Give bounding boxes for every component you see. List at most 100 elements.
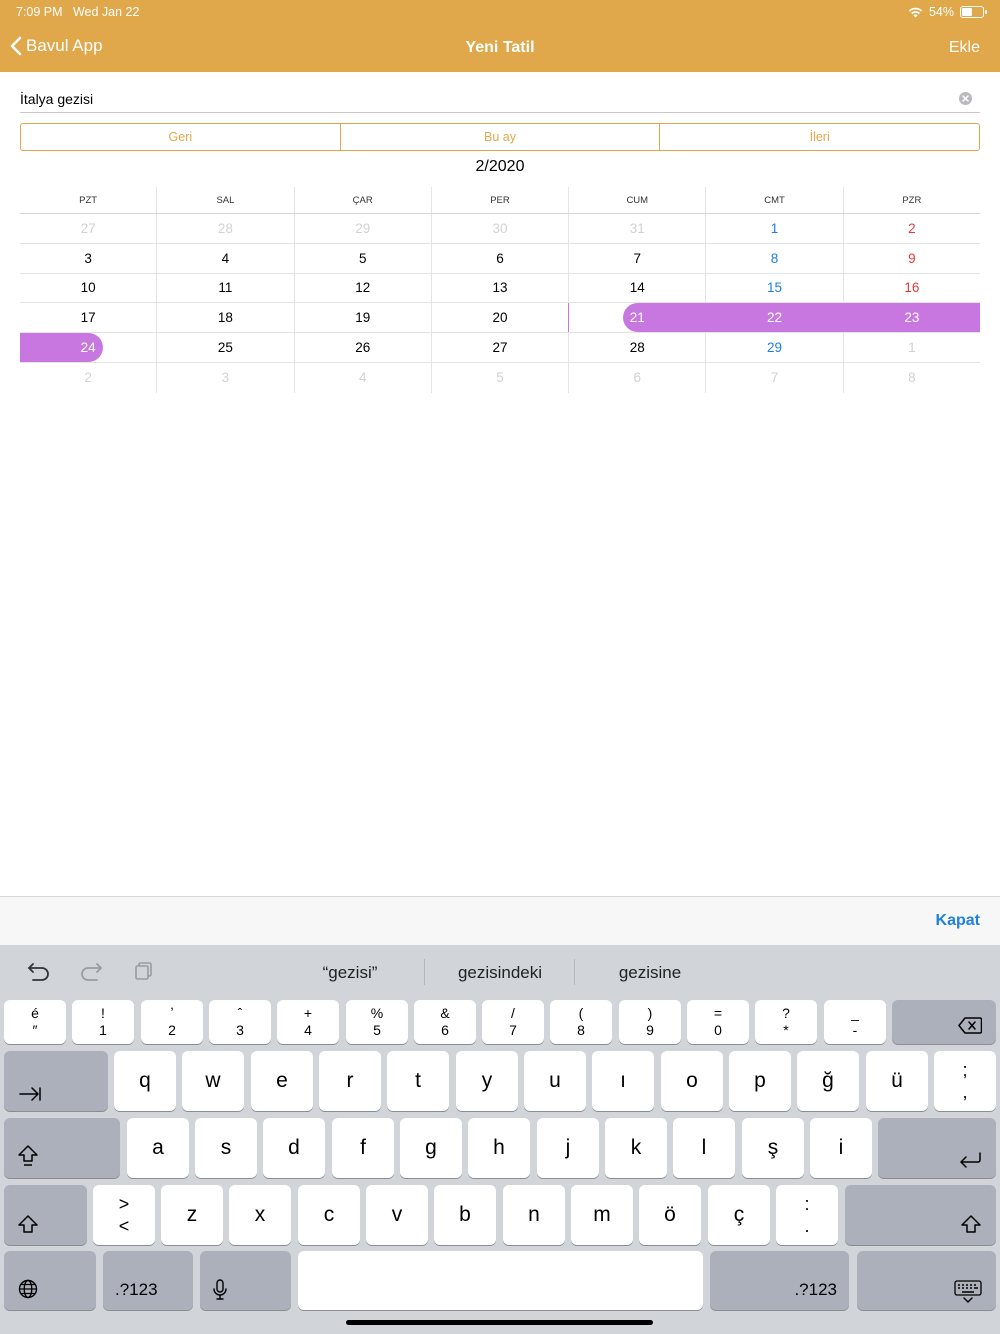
key[interactable]: +4 (277, 1000, 339, 1044)
key[interactable]: u (524, 1051, 586, 1111)
key[interactable]: m (571, 1185, 633, 1245)
key[interactable]: ö (639, 1185, 701, 1245)
key[interactable]: q (114, 1051, 176, 1111)
key[interactable]: _ - (824, 1000, 886, 1044)
key[interactable]: ! 1 (72, 1000, 134, 1044)
calendar-day[interactable]: 31 (568, 214, 705, 243)
shift-left-key[interactable] (4, 1185, 87, 1245)
trip-name-input[interactable] (20, 86, 940, 112)
calendar-day[interactable]: 10 (20, 274, 156, 303)
calendar-day[interactable]: 28 (156, 214, 293, 243)
calendar-day-selected[interactable]: 23 (842, 303, 980, 333)
paste-icon[interactable] (134, 961, 154, 986)
key[interactable]: z (161, 1185, 223, 1245)
calendar-day[interactable]: 30 (430, 214, 568, 243)
key[interactable]: ş (742, 1118, 804, 1178)
key[interactable]: f (332, 1118, 394, 1178)
key[interactable]: r (319, 1051, 381, 1111)
key[interactable]: x (229, 1185, 291, 1245)
next-month-segment[interactable]: İleri (659, 124, 979, 150)
calendar-day[interactable]: 6 (568, 362, 705, 393)
key[interactable]: ˆ3 (209, 1000, 271, 1044)
calendar-day[interactable]: 6 (430, 243, 568, 273)
return-key[interactable] (878, 1118, 996, 1178)
calendar-day[interactable]: 17 (20, 303, 156, 332)
suggestion-item[interactable]: gezisindeki (425, 963, 575, 983)
calendar-day[interactable]: 2 (842, 214, 980, 243)
key[interactable]: :. (776, 1185, 838, 1245)
key[interactable]: e (251, 1051, 313, 1111)
hide-keyboard-key[interactable] (857, 1251, 996, 1310)
key[interactable]: ʼ2 (141, 1000, 203, 1044)
key[interactable]: w (182, 1051, 244, 1111)
globe-key[interactable] (4, 1251, 96, 1310)
calendar-day[interactable]: 8 (705, 243, 842, 273)
shift-right-key[interactable] (845, 1185, 996, 1245)
space-bar[interactable] (298, 1251, 703, 1310)
calendar-day[interactable]: 7 (568, 243, 705, 273)
calendar-day[interactable]: 4 (156, 243, 293, 273)
numbers-key-left[interactable]: .?123 (103, 1251, 193, 1310)
this-month-segment[interactable]: Bu ay (339, 124, 660, 150)
back-button[interactable]: Bavul App (10, 36, 103, 56)
tab-key[interactable] (4, 1051, 108, 1111)
calendar-day-selected-end[interactable]: 24 (20, 333, 156, 362)
calendar-day[interactable]: 19 (293, 303, 431, 333)
caps-lock-key[interactable] (4, 1118, 120, 1178)
key[interactable]: ğ (797, 1051, 859, 1111)
calendar-day[interactable]: 27 (20, 214, 156, 243)
key[interactable]: > < (93, 1185, 155, 1245)
calendar-day[interactable]: 4 (293, 362, 431, 393)
calendar-day[interactable]: 29 (293, 214, 431, 243)
previous-month-segment[interactable]: Geri (21, 124, 340, 150)
key[interactable]: ;, (934, 1051, 996, 1111)
calendar-day[interactable]: 28 (568, 333, 705, 362)
calendar-day[interactable]: 15 (705, 273, 842, 303)
calendar-day[interactable]: 27 (430, 333, 568, 362)
key[interactable]: é ″ (4, 1000, 66, 1044)
key[interactable]: a (127, 1118, 189, 1178)
calendar-day[interactable]: 3 (156, 362, 293, 393)
calendar-day[interactable]: 20 (430, 303, 568, 333)
backspace-key[interactable] (892, 1000, 996, 1044)
calendar-day[interactable]: 8 (842, 362, 980, 393)
key[interactable]: i (810, 1118, 872, 1178)
key[interactable]: = 0 (687, 1000, 749, 1044)
calendar-day[interactable]: 12 (293, 273, 431, 303)
key[interactable]: ı (592, 1051, 654, 1111)
key[interactable]: k (605, 1118, 667, 1178)
calendar-day[interactable]: 2 (20, 363, 156, 393)
key[interactable]: h (468, 1118, 530, 1178)
close-keyboard-button[interactable]: Kapat (936, 912, 980, 930)
key[interactable]: s (195, 1118, 257, 1178)
key[interactable]: l (673, 1118, 735, 1178)
key[interactable]: c (298, 1185, 360, 1245)
calendar-day[interactable]: 5 (430, 362, 568, 393)
suggestion-item[interactable]: gezisine (575, 963, 725, 983)
key[interactable]: ü (866, 1051, 928, 1111)
key[interactable]: (8 (550, 1000, 612, 1044)
calendar-day[interactable]: 18 (156, 303, 293, 333)
key[interactable]: y (456, 1051, 518, 1111)
calendar-day[interactable]: 1 (842, 333, 980, 362)
undo-icon[interactable] (27, 961, 51, 986)
key[interactable]: p (729, 1051, 791, 1111)
key[interactable]: v (366, 1185, 428, 1245)
calendar-day-selected-start[interactable]: 21 (568, 303, 706, 333)
key[interactable]: & 6 (414, 1000, 476, 1044)
key[interactable]: n (503, 1185, 565, 1245)
key[interactable]: o (661, 1051, 723, 1111)
calendar-day[interactable]: 7 (705, 362, 842, 393)
key[interactable]: ) 9 (619, 1000, 681, 1044)
key[interactable]: d (263, 1118, 325, 1178)
calendar-day[interactable]: 5 (293, 243, 431, 273)
calendar-day[interactable]: 29 (705, 333, 842, 362)
calendar-day-selected[interactable]: 22 (705, 303, 843, 333)
key[interactable]: ? * (755, 1000, 817, 1044)
calendar-day[interactable]: 25 (156, 333, 293, 362)
key[interactable]: % 5 (346, 1000, 408, 1044)
key[interactable]: g (400, 1118, 462, 1178)
add-button[interactable]: Ekle (949, 39, 980, 57)
calendar-day[interactable]: 13 (430, 273, 568, 303)
key[interactable]: ç (708, 1185, 770, 1245)
